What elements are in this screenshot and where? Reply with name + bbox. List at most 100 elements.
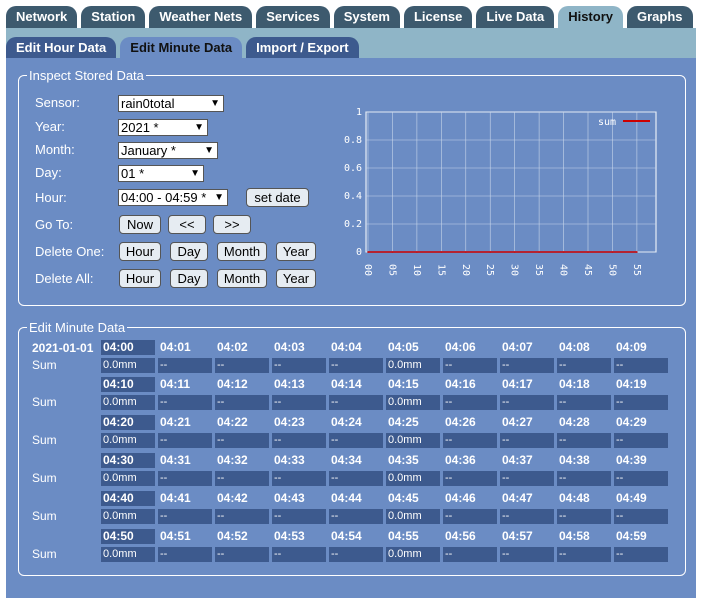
minute-value-field[interactable]: -- [329,433,383,448]
minute-value-field[interactable]: -- [614,358,668,373]
minute-value-field[interactable]: -- [500,471,554,486]
minute-value-field[interactable]: -- [215,433,269,448]
minute-value-field[interactable]: -- [158,433,212,448]
minute-time-label: 04:40 [101,491,155,506]
minute-value-field[interactable]: -- [443,433,497,448]
chart-data-point [440,251,443,253]
minute-time-label: 04:27 [502,415,533,429]
minute-value-field[interactable]: -- [443,547,497,562]
minute-value-field[interactable]: -- [215,547,269,562]
minute-value-field[interactable]: -- [215,509,269,524]
delete-all-day-button[interactable]: Day [170,269,208,288]
set-date-button[interactable]: set date [246,188,309,207]
delete-one-month-button[interactable]: Month [217,242,267,261]
minute-value-field[interactable]: -- [443,395,497,410]
minute-value-field[interactable]: -- [329,471,383,486]
minute-value-field[interactable]: -- [614,433,668,448]
minute-value-field[interactable]: -- [443,358,497,373]
chart-x-tick-label: 00 [362,264,373,276]
minute-value-field[interactable]: 0.0mm [386,433,440,448]
minute-value-field[interactable]: 0.0mm [101,547,155,562]
next-button[interactable]: >> [213,215,251,234]
minute-value-field[interactable]: -- [272,395,326,410]
tab-station[interactable]: Station [81,6,146,28]
minute-value-field[interactable]: -- [158,509,212,524]
minute-value-field[interactable]: -- [500,509,554,524]
minute-value-field[interactable]: -- [557,471,611,486]
tab-services[interactable]: Services [256,6,330,28]
minute-value-field[interactable]: -- [614,471,668,486]
tab-import-export[interactable]: Import / Export [246,37,359,58]
delete-all-hour-button[interactable]: Hour [119,269,161,288]
year-select[interactable]: 2021 * ▼ [118,119,208,136]
tab-history[interactable]: History [558,6,623,28]
minute-value-field[interactable]: -- [272,358,326,373]
chart-data-point [464,251,467,253]
minute-value-field[interactable]: -- [158,547,212,562]
minute-value-field[interactable]: -- [215,395,269,410]
delete-one-hour-button[interactable]: Hour [119,242,161,261]
delete-one-day-button[interactable]: Day [170,242,208,261]
minute-value-field[interactable]: -- [614,509,668,524]
minute-value-field[interactable]: -- [215,358,269,373]
minute-value-field[interactable]: -- [557,433,611,448]
minute-value-field[interactable]: 0.0mm [386,509,440,524]
minute-value-field[interactable]: -- [557,358,611,373]
minute-value-field[interactable]: -- [158,358,212,373]
chart-y-tick-label: 0.6 [344,163,362,174]
minute-value-field[interactable]: -- [443,471,497,486]
minute-value-field[interactable]: -- [557,395,611,410]
minute-value-field[interactable]: -- [443,509,497,524]
minute-value-field[interactable]: -- [500,358,554,373]
minute-time-label: 04:42 [217,491,248,505]
minute-value-field[interactable]: -- [557,509,611,524]
minute-value-field[interactable]: -- [500,395,554,410]
minute-value-field[interactable]: -- [272,433,326,448]
minute-value-field[interactable]: -- [329,547,383,562]
now-button[interactable]: Now [119,215,161,234]
minute-value-field[interactable]: -- [329,395,383,410]
hour-select[interactable]: 04:00 - 04:59 * ▼ [118,189,228,206]
minute-value-field[interactable]: -- [329,509,383,524]
minute-value-field[interactable]: -- [614,547,668,562]
minute-value-field[interactable]: -- [158,471,212,486]
sensor-select[interactable]: rain0total ▼ [118,95,224,112]
minute-value-field[interactable]: -- [614,395,668,410]
tab-edit-hour-data[interactable]: Edit Hour Data [6,37,117,58]
delete-all-year-button[interactable]: Year [276,269,316,288]
minute-value-field[interactable]: -- [500,547,554,562]
tab-live-data[interactable]: Live Data [476,6,555,28]
minute-value-field[interactable]: -- [215,471,269,486]
tab-edit-minute-data[interactable]: Edit Minute Data [120,37,243,58]
minute-time-label: 04:02 [217,340,248,354]
minute-value-field[interactable]: -- [272,471,326,486]
sensor-value: rain0total [121,96,175,111]
tab-license[interactable]: License [403,6,473,28]
delete-one-year-button[interactable]: Year [276,242,316,261]
minute-value-field[interactable]: 0.0mm [101,509,155,524]
prev-button[interactable]: << [168,215,206,234]
minute-value-field[interactable]: 0.0mm [101,358,155,373]
minute-value-field[interactable]: -- [272,509,326,524]
minute-value-field[interactable]: 0.0mm [386,395,440,410]
minute-value-field[interactable]: 0.0mm [101,471,155,486]
minute-value-field[interactable]: -- [500,433,554,448]
minute-value-field[interactable]: -- [158,395,212,410]
tab-network[interactable]: Network [6,6,78,28]
tab-weather-nets[interactable]: Weather Nets [149,6,253,28]
minute-value-field[interactable]: 0.0mm [386,471,440,486]
tab-system[interactable]: System [333,6,400,28]
minute-value-field[interactable]: -- [557,547,611,562]
minute-value-field[interactable]: 0.0mm [101,395,155,410]
minute-value-field[interactable]: 0.0mm [386,358,440,373]
day-select[interactable]: 01 * ▼ [118,165,204,182]
month-select[interactable]: January * ▼ [118,142,218,159]
minute-value-field[interactable]: 0.0mm [101,433,155,448]
minute-time-label: 04:36 [445,453,476,467]
tab-graphs[interactable]: Graphs [626,6,693,28]
delete-all-month-button[interactable]: Month [217,269,267,288]
minute-value-field[interactable]: 0.0mm [386,547,440,562]
minute-value-field[interactable]: -- [329,358,383,373]
minute-time-label: 04:18 [559,377,590,391]
minute-value-field[interactable]: -- [272,547,326,562]
